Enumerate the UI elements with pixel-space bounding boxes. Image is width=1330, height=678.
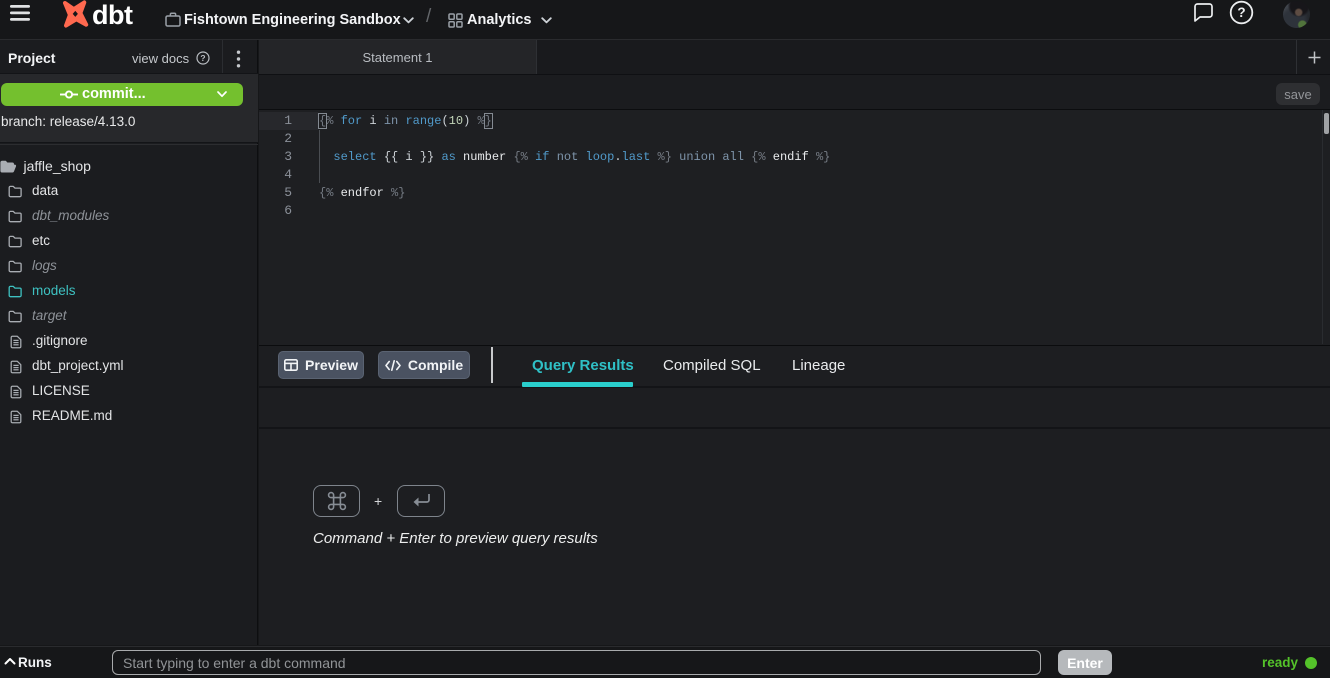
svg-text:?: ? xyxy=(1237,5,1245,20)
svg-text:?: ? xyxy=(200,53,205,63)
